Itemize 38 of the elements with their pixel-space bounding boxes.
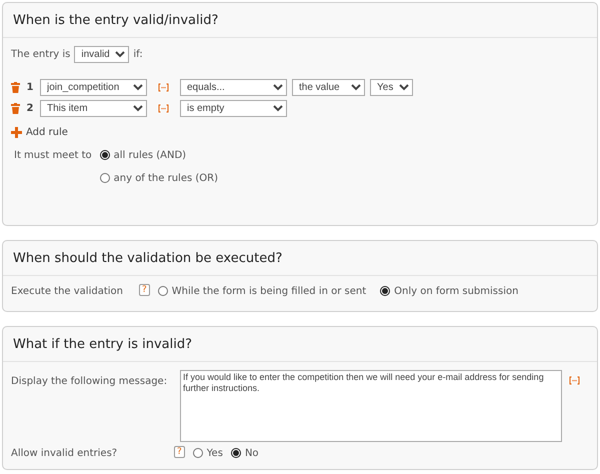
radio-button[interactable] [100,150,110,160]
add-rule-button[interactable]: Add rule [11,124,68,140]
message-field[interactable]: If you would like to enter the competition then we will need your e-mail address for sending further instructions. [180,370,562,442]
entry-label: The entry is [11,48,70,62]
rule-number: 1 [26,80,34,94]
dropdown[interactable]: invalid [74,46,130,62]
dropdown[interactable]: This item [40,100,147,116]
option-label: all rules (AND) [114,148,186,162]
option-label: Only on form submission [394,284,518,298]
dropdown[interactable]: join_competition [40,78,147,96]
trash-icon[interactable] [11,82,20,92]
entry-suffix: if: [133,48,143,62]
radio-button[interactable] [158,286,168,296]
bracket-icon[interactable] [158,104,169,112]
dropdown[interactable]: the value [292,78,365,96]
trash-icon[interactable] [11,102,20,114]
option-label: Yes [206,446,223,460]
panel-title: When is the entry valid/invalid? [12,12,220,30]
radio-button[interactable] [192,448,203,458]
field-label: Allow invalid entries? [11,446,118,460]
radio-button[interactable] [230,448,241,458]
dropdown[interactable]: is empty [180,100,287,116]
option-label: No [244,446,259,460]
bracket-icon[interactable] [158,82,169,92]
option-label: While the form is being filled in or sent [172,284,366,298]
panel-title: When should the validation be executed? [12,250,284,268]
radio-button[interactable] [380,286,390,296]
plus-icon[interactable] [11,126,22,138]
bracket-icon[interactable] [569,376,580,384]
field-label: Display the following message: [11,374,168,388]
field-label: Execute the validation [11,284,123,298]
option-label: any of the rules (OR) [114,172,218,186]
dropdown[interactable]: equals... [180,78,287,96]
match-label: It must meet to [14,148,92,162]
dropdown[interactable]: Yes [370,78,413,96]
radio-button[interactable] [100,173,110,183]
panel-title: What if the entry is invalid? [12,336,193,354]
rule-number: 2 [26,102,34,116]
